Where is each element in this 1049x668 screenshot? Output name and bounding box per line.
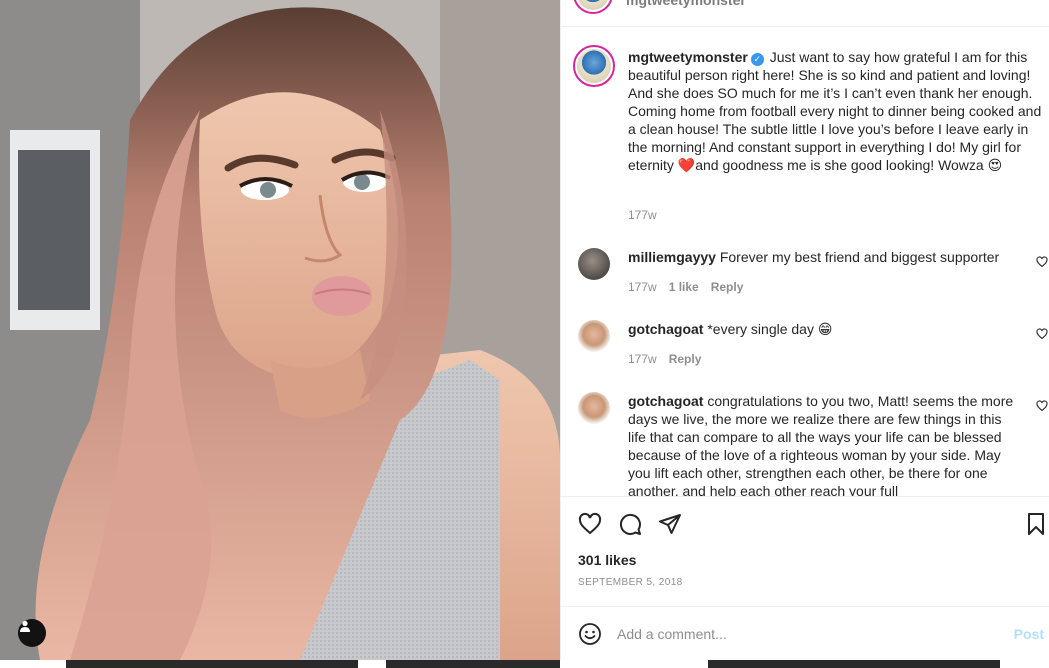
caption-age[interactable]: 177w xyxy=(628,208,657,222)
comment-avatar[interactable] xyxy=(578,320,610,352)
bottom-strip xyxy=(0,660,1049,668)
comment-avatar[interactable] xyxy=(578,248,610,280)
header-username[interactable]: mgtweetymonster xyxy=(626,0,746,8)
caption-text: Just want to say how grateful I am for t… xyxy=(628,49,1042,173)
post-detail-panel: mgtweetymonster mgtweetymonster ✓ Just wa… xyxy=(560,0,1049,660)
heart-icon[interactable] xyxy=(578,512,602,536)
post-date[interactable]: SEPTEMBER 5, 2018 xyxy=(578,577,683,588)
paper-plane-icon[interactable] xyxy=(658,512,682,536)
comment-like-icon[interactable] xyxy=(1036,328,1048,340)
comment-item: gotchagoat congratulations to you two, M… xyxy=(628,392,1018,496)
add-comment-bar: Post xyxy=(561,606,1049,660)
caption-username[interactable]: mgtweetymonster xyxy=(628,49,748,65)
comment-input[interactable] xyxy=(617,623,997,645)
post-comment-button[interactable]: Post xyxy=(1014,626,1044,642)
comment-like-icon[interactable] xyxy=(1036,256,1048,268)
likes-count[interactable]: 301 likes xyxy=(578,552,636,568)
comment-username[interactable]: milliemgayyy xyxy=(628,249,716,265)
reply-button[interactable]: Reply xyxy=(711,280,744,294)
actions-divider xyxy=(561,496,1049,497)
user-tag-button[interactable] xyxy=(18,619,46,647)
comment-avatar[interactable] xyxy=(578,392,610,424)
comment-username[interactable]: gotchagoat xyxy=(628,321,703,337)
comment-item: gotchagoat *every single day 😁 xyxy=(628,320,1028,338)
selfie-image xyxy=(0,0,560,660)
verified-badge-icon: ✓ xyxy=(750,53,764,66)
comment-likes[interactable]: 1 like xyxy=(669,280,699,294)
comment-like-icon[interactable] xyxy=(1036,400,1048,412)
user-tag-icon xyxy=(20,620,30,632)
author-avatar[interactable] xyxy=(573,45,615,87)
comment-text: *every single day 😁 xyxy=(707,321,833,337)
post-caption: mgtweetymonster ✓ Just want to say how gr… xyxy=(628,48,1044,174)
caption-meta: 177w xyxy=(628,208,669,222)
smiley-icon[interactable] xyxy=(578,622,602,646)
comments-list[interactable]: milliemgayyy Forever my best friend and … xyxy=(561,238,1049,496)
comment-text: Forever my best friend and biggest suppo… xyxy=(719,249,1000,265)
comment-item: milliemgayyy Forever my best friend and … xyxy=(628,248,1028,266)
post-photo[interactable] xyxy=(0,0,560,660)
author-avatar-header[interactable] xyxy=(573,0,613,14)
comment-bubble-icon[interactable] xyxy=(618,512,642,536)
comment-age[interactable]: 177w xyxy=(628,280,657,294)
comment-meta: 177w 1 like Reply xyxy=(628,280,755,294)
comment-username[interactable]: gotchagoat xyxy=(628,393,703,409)
header-divider xyxy=(561,26,1049,27)
bookmark-icon[interactable] xyxy=(1024,512,1048,536)
post-actions: 301 likes SEPTEMBER 5, 2018 xyxy=(561,496,1049,606)
reply-button[interactable]: Reply xyxy=(669,352,702,366)
comment-age[interactable]: 177w xyxy=(628,352,657,366)
comment-meta: 177w Reply xyxy=(628,352,713,366)
